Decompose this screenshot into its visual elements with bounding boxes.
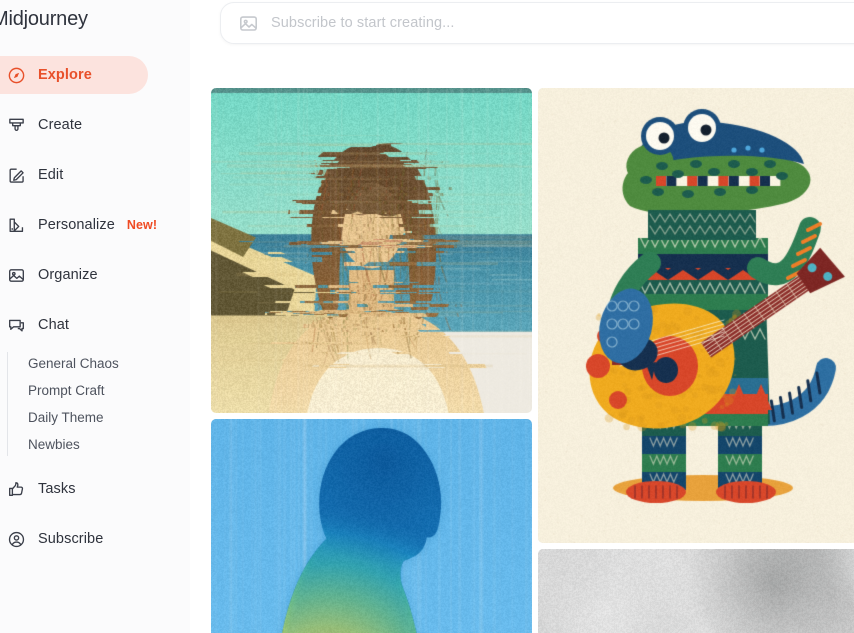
- page-title: Midjourney: [0, 8, 88, 31]
- photo-icon: [6, 265, 27, 286]
- sidebar-item-create[interactable]: Create: [0, 108, 190, 142]
- sidebar-item-label: Organize: [38, 267, 98, 283]
- chat-bubble-icon: [6, 315, 27, 336]
- brush-icon: [6, 115, 27, 136]
- gallery-item-thermal-profile-silhouette[interactable]: [211, 419, 532, 633]
- sidebar-item-label: Explore: [38, 67, 92, 83]
- gallery-item-crocodile-guitarist-illustration[interactable]: [538, 88, 854, 543]
- pencil-square-icon: [6, 165, 27, 186]
- main-content: Subscribe to start creating...: [190, 0, 854, 633]
- image-gallery-grid: [211, 88, 854, 633]
- sidebar-item-label: Personalize: [38, 217, 115, 233]
- sidebar-item-label: Tasks: [38, 481, 76, 497]
- sidebar-item-tasks[interactable]: Tasks: [0, 472, 190, 506]
- sidebar-item-label: Subscribe: [38, 531, 103, 547]
- chat-channel-list: General Chaos Prompt Craft Daily Theme N…: [0, 350, 190, 458]
- compass-icon: [6, 65, 27, 86]
- gallery-column-1: [211, 88, 532, 633]
- chat-channel-newbies[interactable]: Newbies: [28, 431, 190, 458]
- chat-channel-prompt-craft[interactable]: Prompt Craft: [28, 377, 190, 404]
- sidebar-item-subscribe[interactable]: Subscribe: [0, 522, 190, 556]
- user-circle-icon: [6, 529, 27, 550]
- sidebar-item-chat[interactable]: Chat: [0, 308, 190, 342]
- sidebar-nav: Explore Create Edit Personalize New! Org…: [0, 58, 190, 572]
- thumbs-up-icon: [6, 479, 27, 500]
- sidebar-item-label: Chat: [38, 317, 69, 333]
- sidebar-item-label: Edit: [38, 167, 63, 183]
- sidebar-item-edit[interactable]: Edit: [0, 158, 190, 192]
- palette-icon: [6, 215, 27, 236]
- chat-channel-daily-theme[interactable]: Daily Theme: [28, 404, 190, 431]
- prompt-placeholder: Subscribe to start creating...: [271, 15, 455, 31]
- sidebar-item-personalize[interactable]: Personalize New!: [0, 208, 190, 242]
- sidebar-item-organize[interactable]: Organize: [0, 258, 190, 292]
- prompt-input-bar[interactable]: Subscribe to start creating...: [220, 2, 854, 44]
- sidebar-item-label: Create: [38, 117, 82, 133]
- gallery-item-vintage-beach-portrait[interactable]: [211, 88, 532, 413]
- sidebar: Midjourney Explore Create Edit Personali…: [0, 0, 190, 633]
- chat-channel-general-chaos[interactable]: General Chaos: [28, 350, 190, 377]
- gallery-item-grayscale-smoke-texture[interactable]: [538, 549, 854, 633]
- midjourney-app: Midjourney Explore Create Edit Personali…: [0, 0, 854, 633]
- status-badge: New!: [127, 218, 157, 232]
- gallery-column-2: [538, 88, 854, 633]
- sidebar-item-explore[interactable]: Explore: [0, 58, 190, 92]
- image-icon[interactable]: [237, 12, 259, 34]
